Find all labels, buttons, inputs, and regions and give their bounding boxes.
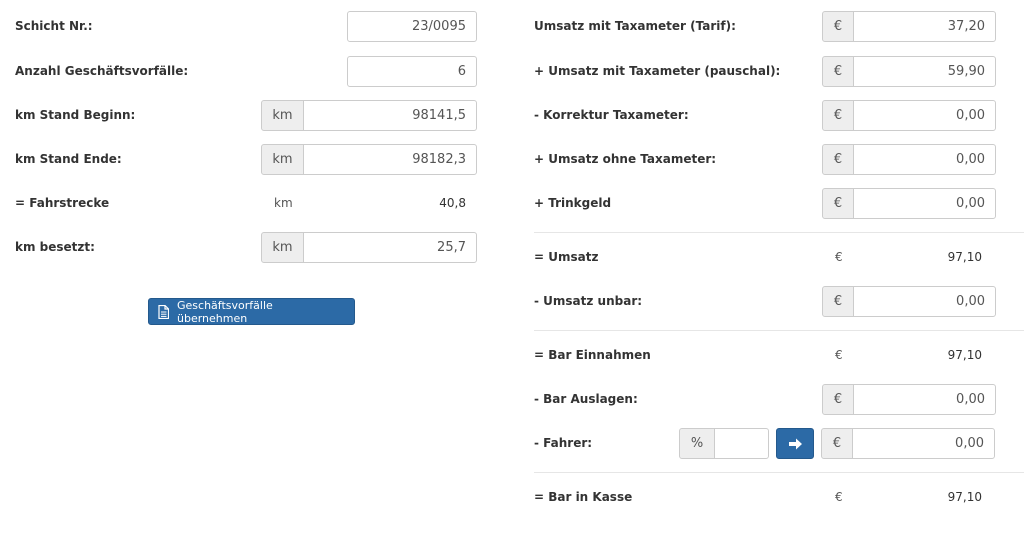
km-ende-label: km Stand Ende:: [15, 152, 122, 166]
bar-auslagen-label: - Bar Auslagen:: [534, 392, 638, 406]
korrektur-label: - Korrektur Taxameter:: [534, 108, 689, 122]
besetzt-input[interactable]: 25,7: [303, 232, 477, 263]
fahrer-input[interactable]: 0,00: [852, 428, 995, 459]
trinkgeld-currency-addon: €: [822, 188, 854, 219]
km-beginn-unit-addon: km: [261, 100, 304, 131]
bar-auslagen-input[interactable]: 0,00: [853, 384, 996, 415]
km-beginn-input[interactable]: 98141,5: [303, 100, 477, 131]
fahrer-percent-addon: %: [679, 428, 715, 459]
uebernehmen-button-label: Geschäftsvorfälle übernehmen: [177, 298, 273, 325]
korrektur-currency-addon: €: [822, 100, 854, 131]
fahrer-currency-addon: €: [821, 428, 853, 459]
bar-einnahmen-value: 97,10: [947, 348, 982, 362]
umsatz-value: 97,10: [947, 250, 982, 264]
korrektur-input[interactable]: 0,00: [853, 100, 996, 131]
km-ende-unit-addon: km: [261, 144, 304, 175]
tarif-label: Umsatz mit Taxameter (Tarif):: [534, 19, 736, 33]
unbar-currency-addon: €: [822, 286, 854, 317]
bar-auslagen-currency-addon: €: [822, 384, 854, 415]
unbar-label: - Umsatz unbar:: [534, 294, 643, 308]
document-icon: [158, 304, 169, 319]
besetzt-label: km besetzt:: [15, 240, 95, 254]
schicht-label: Schicht Nr.:: [15, 19, 93, 33]
fahrer-percent-input[interactable]: [714, 428, 769, 459]
ohne-taxameter-currency-addon: €: [822, 144, 854, 175]
kasse-value: 97,10: [947, 490, 982, 504]
pauschal-input[interactable]: 59,90: [853, 56, 996, 87]
unbar-input[interactable]: 0,00: [853, 286, 996, 317]
divider: [534, 232, 1024, 233]
fahrstrecke-label: = Fahrstrecke: [15, 196, 110, 210]
umsatz-currency: €: [835, 250, 843, 264]
km-ende-input[interactable]: 98182,3: [303, 144, 477, 175]
umsatz-label: = Umsatz: [534, 250, 599, 264]
kasse-currency: €: [835, 490, 843, 504]
tarif-input[interactable]: 37,20: [853, 11, 996, 42]
arrow-right-icon: [788, 437, 803, 451]
anzahl-label: Anzahl Geschäftsvorfälle:: [15, 64, 189, 78]
anzahl-input[interactable]: 6: [347, 56, 477, 87]
divider: [534, 330, 1024, 331]
km-beginn-label: km Stand Beginn:: [15, 108, 136, 122]
fahrer-apply-button[interactable]: [776, 428, 814, 459]
bar-einnahmen-label: = Bar Einnahmen: [534, 348, 651, 362]
fahrstrecke-unit: km: [274, 196, 293, 210]
uebernehmen-button[interactable]: Geschäftsvorfälle übernehmen: [148, 298, 355, 325]
tarif-currency-addon: €: [822, 11, 854, 42]
schicht-input[interactable]: 23/0095: [347, 11, 477, 42]
pauschal-currency-addon: €: [822, 56, 854, 87]
besetzt-unit-addon: km: [261, 232, 304, 263]
ohne-taxameter-input[interactable]: 0,00: [853, 144, 996, 175]
divider: [534, 472, 1024, 473]
pauschal-label: + Umsatz mit Taxameter (pauschal):: [534, 64, 781, 78]
fahrer-label: - Fahrer:: [534, 436, 593, 450]
trinkgeld-label: + Trinkgeld: [534, 196, 612, 210]
trinkgeld-input[interactable]: 0,00: [853, 188, 996, 219]
bar-einnahmen-currency: €: [835, 348, 843, 362]
ohne-taxameter-label: + Umsatz ohne Taxameter:: [534, 152, 717, 166]
kasse-label: = Bar in Kasse: [534, 490, 633, 504]
fahrstrecke-value: 40,8: [439, 196, 466, 210]
